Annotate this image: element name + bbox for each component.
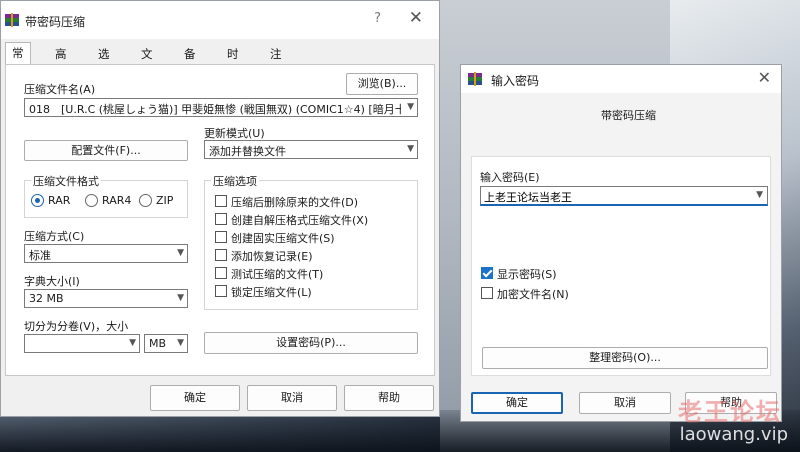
archive-name-combo[interactable]: 018 [U.R.C (桃屋しょう猫)] 甲斐姫無惨 (戦国無双) (COMIC… — [24, 98, 418, 117]
chevron-down-icon[interactable]: ▼ — [407, 102, 414, 112]
password-input[interactable]: 上老王论坛当老王 ▼ — [480, 186, 768, 206]
chevron-down-icon[interactable]: ▼ — [177, 248, 184, 258]
watermark-text: 老王论坛 — [678, 398, 782, 426]
dict-label: 字典大小(I) — [24, 275, 80, 288]
archive-name-value: 018 [U.R.C (桃屋しょう猫)] 甲斐姫無惨 (戦国無双) (COMIC… — [29, 103, 401, 116]
method-label: 压缩方式(C) — [24, 230, 85, 243]
radio-zip-label: ZIP — [156, 194, 174, 207]
dict-combo[interactable]: 32 MB ▼ — [24, 289, 188, 308]
options-group: 压缩选项 压缩后删除原来的文件(D) 创建自解压格式压缩文件(X) 创建固实压缩… — [204, 173, 418, 310]
solid-checkbox[interactable] — [215, 231, 227, 243]
split-label: 切分为分卷(V)，大小 — [24, 320, 129, 333]
password-panel: 输入密码(E) 上老王论坛当老王 ▼ 显示密码(S) 加密文件名(N) 整理密码… — [471, 156, 771, 376]
show-password-label: 显示密码(S) — [497, 268, 557, 281]
chevron-down-icon[interactable]: ▼ — [177, 338, 184, 348]
tab-options[interactable]: 选项 — [91, 43, 117, 81]
title-bar[interactable]: 带密码压缩 ? ✕ — [1, 1, 439, 39]
organize-passwords-button[interactable]: 整理密码(O)... — [482, 347, 768, 369]
password-window-title: 输入密码 — [491, 74, 540, 88]
cancel-button[interactable]: 取消 — [247, 385, 337, 411]
encrypt-names-label: 加密文件名(N) — [497, 288, 569, 301]
profile-button[interactable]: 配置文件(F)... — [24, 140, 188, 161]
tab-comment[interactable]: 注释 — [263, 43, 289, 81]
recovery-label: 添加恢复记录(E) — [231, 250, 313, 263]
test-checkbox[interactable] — [215, 267, 227, 279]
help-icon[interactable]: ? — [374, 11, 381, 26]
password-dialog: 输入密码 ✕ 带密码压缩 输入密码(E) 上老王论坛当老王 ▼ 显示密码(S) … — [460, 64, 782, 422]
archive-name-label: 压缩文件名(A) — [24, 83, 96, 96]
password-input-label: 输入密码(E) — [480, 171, 540, 184]
radio-rar4-label: RAR4 — [102, 194, 132, 207]
set-password-button[interactable]: 设置密码(P)... — [204, 332, 418, 354]
radio-rar[interactable] — [31, 194, 44, 207]
chevron-down-icon[interactable]: ▼ — [756, 190, 763, 200]
help-button[interactable]: 帮助 — [344, 385, 434, 411]
show-password-checkbox[interactable] — [481, 267, 493, 279]
winrar-icon — [5, 13, 19, 27]
chevron-down-icon[interactable]: ▼ — [129, 338, 136, 348]
watermark-url: laowang.vip — [679, 424, 788, 445]
ok-button[interactable]: 确定 — [150, 385, 240, 411]
split-unit-value: MB — [149, 337, 167, 350]
archive-dialog: 带密码压缩 ? ✕ 常规 高级 选项 文件 备份 时间 注释 压缩文件名(A) … — [0, 0, 440, 417]
lock-checkbox[interactable] — [215, 285, 227, 297]
browse-button[interactable]: 浏览(B)... — [346, 73, 418, 95]
method-combo[interactable]: 标准 ▼ — [24, 244, 188, 263]
tab-files[interactable]: 文件 — [134, 43, 160, 81]
password-cancel-button[interactable]: 取消 — [579, 392, 671, 414]
radio-rar-label: RAR — [48, 194, 71, 207]
password-title-bar[interactable]: 输入密码 ✕ — [461, 65, 781, 93]
update-mode-label: 更新模式(U) — [204, 127, 265, 140]
update-mode-combo[interactable]: 添加并替换文件 ▼ — [204, 140, 418, 159]
format-group-title: 压缩文件格式 — [31, 173, 101, 189]
close-icon[interactable]: ✕ — [409, 8, 423, 28]
recovery-checkbox[interactable] — [215, 249, 227, 261]
split-unit-combo[interactable]: MB ▼ — [144, 334, 188, 353]
radio-rar4[interactable] — [85, 194, 98, 207]
split-combo[interactable]: ▼ — [24, 334, 140, 353]
test-label: 测试压缩的文件(T) — [231, 268, 324, 281]
dict-value: 32 MB — [29, 292, 64, 305]
tab-time[interactable]: 时间 — [220, 43, 246, 81]
tab-advanced[interactable]: 高级 — [48, 43, 74, 81]
winrar-icon — [468, 72, 482, 86]
format-group: 压缩文件格式 RAR RAR4 ZIP — [24, 173, 188, 218]
delete-after-label: 压缩后删除原来的文件(D) — [231, 196, 359, 209]
general-panel: 压缩文件名(A) 浏览(B)... 018 [U.R.C (桃屋しょう猫)] 甲… — [5, 64, 435, 376]
lock-label: 锁定压缩文件(L) — [231, 286, 312, 299]
chevron-down-icon[interactable]: ▼ — [177, 293, 184, 303]
delete-after-checkbox[interactable] — [215, 195, 227, 207]
password-subtitle: 带密码压缩 — [601, 109, 656, 122]
update-mode-value: 添加并替换文件 — [209, 145, 286, 158]
sfx-checkbox[interactable] — [215, 213, 227, 225]
encrypt-names-checkbox[interactable] — [481, 287, 493, 299]
solid-label: 创建固实压缩文件(S) — [231, 232, 335, 245]
options-group-title: 压缩选项 — [211, 173, 259, 189]
tab-backup[interactable]: 备份 — [177, 43, 203, 81]
window-title: 带密码压缩 — [25, 15, 86, 29]
method-value: 标准 — [29, 249, 51, 262]
tab-general[interactable]: 常规 — [5, 42, 31, 80]
sfx-label: 创建自解压格式压缩文件(X) — [231, 214, 369, 227]
chevron-down-icon[interactable]: ▼ — [407, 144, 414, 154]
close-icon[interactable]: ✕ — [758, 68, 771, 87]
radio-zip[interactable] — [139, 194, 152, 207]
password-input-value: 上老王论坛当老王 — [484, 191, 572, 204]
password-ok-button[interactable]: 确定 — [471, 392, 563, 414]
